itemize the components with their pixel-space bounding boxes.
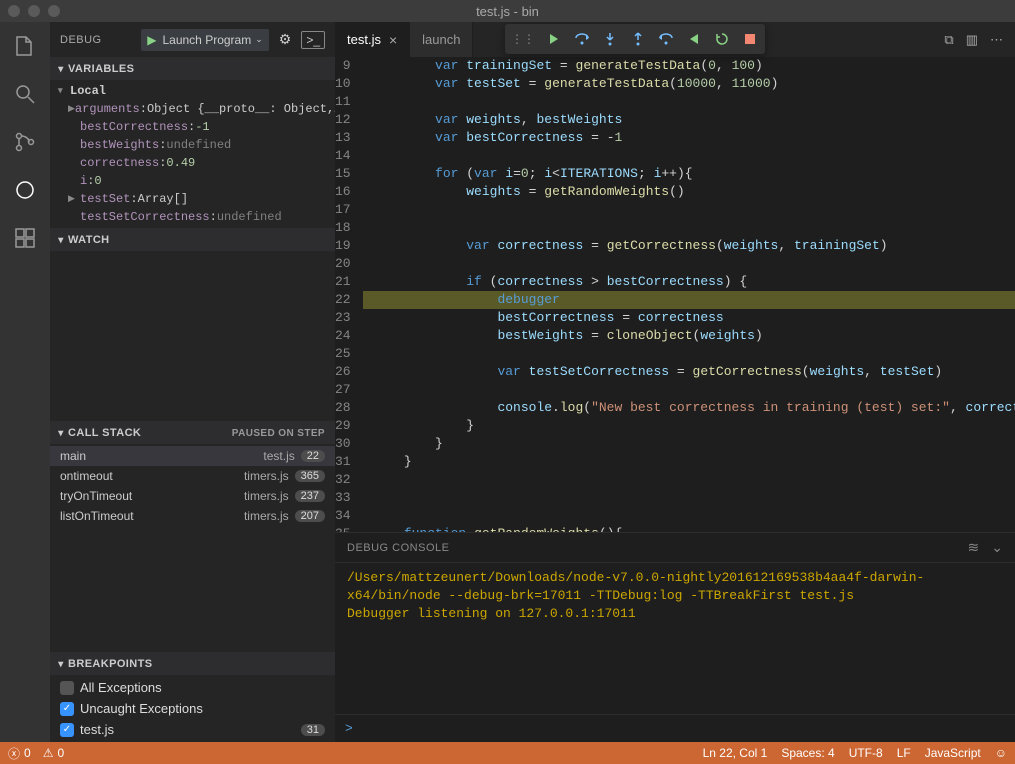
code-editor[interactable]: 9101112131415161718192021222324252627282… <box>335 57 1015 532</box>
window-maximize-button[interactable] <box>48 5 60 17</box>
chevron-down-icon: ▾ <box>54 64 68 75</box>
restart-button[interactable] <box>713 30 731 48</box>
checkbox-icon[interactable]: ✓ <box>60 702 74 716</box>
launch-config-name: Launch Program <box>162 33 255 47</box>
explorer-icon[interactable] <box>11 32 39 60</box>
warnings-count[interactable]: ⚠ 0 <box>43 746 64 760</box>
debug-console-input[interactable]: > <box>335 714 1015 742</box>
editor-tab[interactable]: test.js× <box>335 22 410 57</box>
debug-console-panel: DEBUG CONSOLE ≋ ⌄ /Users/mattzeunert/Dow… <box>335 532 1015 742</box>
breakpoint-row[interactable]: ✓test.js31 <box>50 719 335 740</box>
chevron-down-icon: ▾ <box>54 659 68 670</box>
editor-area: test.js×launch ⋮⋮ ⧉ ▥ ⋯ 9101112131415161… <box>335 22 1015 742</box>
chevron-down-icon: ⌄ <box>255 34 269 45</box>
drag-handle-icon[interactable]: ⋮⋮ <box>511 32 535 46</box>
breakpoints-panel: ▾ BREAKPOINTS All Exceptions✓Uncaught Ex… <box>50 652 335 742</box>
pause-reason: PAUSED ON STEP <box>232 428 331 439</box>
language-mode[interactable]: JavaScript <box>925 746 981 760</box>
variables-panel: ▾ VARIABLES ▾Local▶arguments: Object {__… <box>50 57 335 228</box>
continue-button[interactable] <box>545 30 563 48</box>
watch-panel: ▾ WATCH <box>50 228 335 421</box>
errors-count[interactable]: ⓧ 0 <box>8 745 31 762</box>
window-title: test.js - bin <box>0 4 1015 19</box>
variable-row[interactable]: bestWeights: undefined <box>50 136 335 154</box>
launch-config-selector[interactable]: ▶ Launch Program ⌄ <box>141 29 269 51</box>
search-icon[interactable] <box>11 80 39 108</box>
step-into-button[interactable] <box>601 30 619 48</box>
cursor-position[interactable]: Ln 22, Col 1 <box>703 746 768 760</box>
eol[interactable]: LF <box>897 746 911 760</box>
close-icon[interactable]: × <box>389 32 397 48</box>
layout-icon[interactable]: ▥ <box>966 32 978 48</box>
variable-row[interactable]: ▶testSet: Array[] <box>50 190 335 208</box>
watch-header[interactable]: ▾ WATCH <box>50 229 335 251</box>
variable-row[interactable]: i: 0 <box>50 172 335 190</box>
reverse-continue-button[interactable] <box>657 30 675 48</box>
callstack-panel: ▾ CALL STACK PAUSED ON STEP maintest.js2… <box>50 421 335 528</box>
callstack-frame[interactable]: maintest.js22 <box>50 446 335 466</box>
window-minimize-button[interactable] <box>28 5 40 17</box>
step-out-button[interactable] <box>629 30 647 48</box>
checkbox-icon[interactable] <box>60 681 74 695</box>
callstack-frame[interactable]: tryOnTimeouttimers.js237 <box>50 486 335 506</box>
variable-row[interactable]: ▶arguments: Object {__proto__: Object,… <box>50 100 335 118</box>
debug-sidebar-header: DEBUG ▶ Launch Program ⌄ ⚙ >_ <box>50 22 335 57</box>
callstack-frame[interactable]: ontimeouttimers.js365 <box>50 466 335 486</box>
prompt-icon: > <box>345 721 353 736</box>
variable-row[interactable]: bestCorrectness: -1 <box>50 118 335 136</box>
status-bar: ⓧ 0 ⚠ 0 Ln 22, Col 1 Spaces: 4 UTF-8 LF … <box>0 742 1015 764</box>
debug-console-tab[interactable]: DEBUG CONSOLE <box>347 542 449 554</box>
breakpoint-row[interactable]: ✓Uncaught Exceptions <box>50 698 335 719</box>
chevron-down-icon: ▾ <box>54 235 68 246</box>
debug-sidebar: DEBUG ▶ Launch Program ⌄ ⚙ >_ ▾ VARIABLE… <box>50 22 335 742</box>
more-actions-icon[interactable]: ⋯ <box>990 32 1003 48</box>
source-control-icon[interactable] <box>11 128 39 156</box>
debug-icon[interactable] <box>11 176 39 204</box>
clear-console-icon[interactable]: ≋ <box>968 539 980 556</box>
variables-header[interactable]: ▾ VARIABLES <box>50 58 335 80</box>
split-editor-icon[interactable]: ⧉ <box>944 32 953 48</box>
sidebar-title: DEBUG <box>60 34 131 46</box>
editor-tab[interactable]: launch <box>410 22 473 57</box>
variable-scope[interactable]: ▾Local <box>50 82 335 100</box>
window-close-button[interactable] <box>8 5 20 17</box>
breakpoint-row[interactable]: All Exceptions <box>50 677 335 698</box>
gear-icon[interactable]: ⚙ <box>279 31 292 48</box>
play-icon: ▶ <box>141 33 162 47</box>
callstack-header[interactable]: ▾ CALL STACK PAUSED ON STEP <box>50 422 335 444</box>
feedback-icon[interactable]: ☺ <box>995 746 1007 760</box>
encoding[interactable]: UTF-8 <box>849 746 883 760</box>
variable-row[interactable]: correctness: 0.49 <box>50 154 335 172</box>
indentation[interactable]: Spaces: 4 <box>781 746 834 760</box>
editor-tabs: test.js×launch ⋮⋮ ⧉ ▥ ⋯ <box>335 22 1015 57</box>
chevron-down-icon: ▾ <box>54 428 68 439</box>
chevron-down-icon[interactable]: ⌄ <box>991 539 1003 556</box>
debug-toolbar[interactable]: ⋮⋮ <box>505 24 765 54</box>
titlebar: test.js - bin <box>0 0 1015 22</box>
variable-row[interactable]: testSetCorrectness: undefined <box>50 208 335 226</box>
step-back-button[interactable] <box>685 30 703 48</box>
callstack-frame[interactable]: listOnTimeouttimers.js207 <box>50 506 335 526</box>
step-over-button[interactable] <box>573 30 591 48</box>
stop-button[interactable] <box>741 30 759 48</box>
checkbox-icon[interactable]: ✓ <box>60 723 74 737</box>
activity-bar <box>0 22 50 742</box>
debug-console-output[interactable]: /Users/mattzeunert/Downloads/node-v7.0.0… <box>335 563 1015 714</box>
breakpoints-header[interactable]: ▾ BREAKPOINTS <box>50 653 335 675</box>
debug-console-toggle-icon[interactable]: >_ <box>301 31 325 49</box>
extensions-icon[interactable] <box>11 224 39 252</box>
